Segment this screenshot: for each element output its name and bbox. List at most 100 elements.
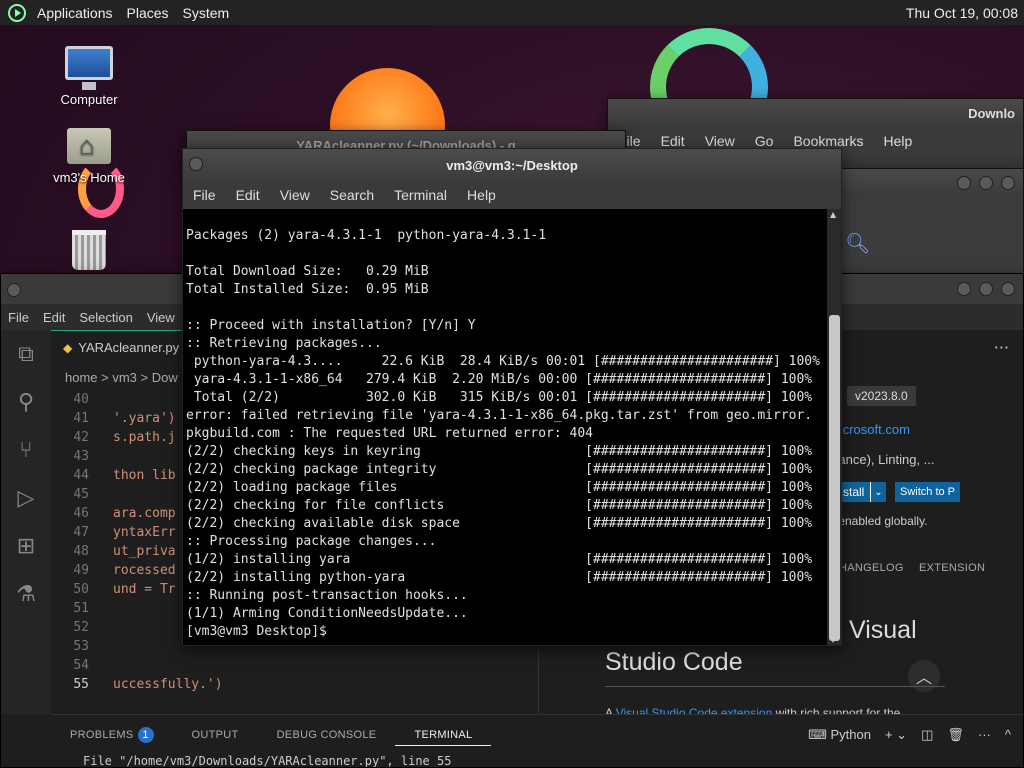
term-menu-help[interactable]: Help <box>457 187 506 203</box>
code-line[interactable]: 54 <box>51 656 536 675</box>
kill-terminal-icon[interactable]: 🗑︎ <box>947 727 964 743</box>
term-menu-search[interactable]: Search <box>320 187 384 203</box>
tab-output[interactable]: OUTPUT <box>173 729 258 741</box>
testing-icon[interactable]: ⚗ <box>1 570 51 618</box>
more-icon[interactable]: ··· <box>978 727 991 742</box>
term-menu-view[interactable]: View <box>270 187 320 203</box>
vs-menu-edit[interactable]: Edit <box>36 310 72 325</box>
vs-menu-file[interactable]: File <box>1 310 36 325</box>
file-manager-titlebar[interactable]: Downlo <box>608 99 1023 127</box>
editor-tab-label: YARAcleanner.py <box>78 340 180 355</box>
activity-bar: ⧉ ⚲ ⑂ ▷ ⊞ ⚗ <box>1 330 51 714</box>
install-dropdown-icon[interactable]: ⌄ <box>870 482 886 502</box>
terminal-scroll-thumb[interactable] <box>829 315 840 641</box>
problems-count-badge: 1 <box>137 726 154 743</box>
window-menu-icon <box>7 283 21 297</box>
code-line[interactable]: 55 uccessfully.') <box>51 675 536 694</box>
terminal-line: Total Installed Size: 0.95 MiB <box>186 282 429 297</box>
terminal-window: vm3@vm3:~/Desktop File Edit View Search … <box>182 148 842 646</box>
minimize-icon[interactable] <box>957 282 971 296</box>
terminal-profile[interactable]: ⌨ Python <box>808 727 871 743</box>
line-number: 51 <box>73 601 89 616</box>
split-terminal-icon[interactable]: ◫ <box>921 727 933 743</box>
tab-problems-label: PROBLEMS <box>70 728 134 741</box>
code-text: yntaxErr <box>113 525 176 540</box>
scroll-to-top-icon[interactable]: ︿ <box>908 660 940 692</box>
editor-tab[interactable]: ◆ YARAcleanner.py <box>51 330 191 364</box>
terminal-line: [vm3@vm3 Desktop]$ <box>186 624 335 639</box>
desktop-icon-trash[interactable] <box>44 230 134 270</box>
terminal-line: (2/2) checking for file conflicts [#####… <box>186 498 813 513</box>
term-menu-edit[interactable]: Edit <box>226 187 270 203</box>
fm-menu-help[interactable]: Help <box>874 133 923 149</box>
extensions-icon[interactable]: ⊞ <box>1 522 51 570</box>
maximize-icon[interactable] <box>979 282 993 296</box>
python-file-icon: ◆ <box>63 340 73 355</box>
new-terminal-icon[interactable]: + ⌄ <box>885 727 907 743</box>
terminal-line: (1/1) Arming ConditionNeedsUpdate... <box>186 606 468 621</box>
explorer-icon[interactable]: ⧉ <box>1 330 51 378</box>
code-text: '.yara') <box>113 411 176 426</box>
top-panel: Applications Places System Thu Oct 19, 0… <box>0 0 1024 25</box>
code-text: ara.comp <box>113 506 176 521</box>
menu-applications[interactable]: Applications <box>30 5 120 21</box>
fm-menu-go[interactable]: Go <box>745 133 784 149</box>
install-button[interactable]: stall <box>837 482 871 502</box>
scroll-down-arrow-icon[interactable]: ▼ <box>830 635 836 644</box>
vs-menu-selection[interactable]: Selection <box>72 310 139 325</box>
window-menu-button[interactable] <box>7 282 21 301</box>
tab-changelog[interactable]: HANGELOG <box>839 562 904 574</box>
tab-terminal[interactable]: TERMINAL <box>395 724 492 746</box>
term-menu-file[interactable]: File <box>183 187 226 203</box>
subwindow-titlebar[interactable] <box>841 169 1023 197</box>
extension-version: v2023.8.0 <box>847 386 916 406</box>
menu-places[interactable]: Places <box>120 5 176 21</box>
switch-to-prerelease-button[interactable]: Switch to P <box>895 482 961 502</box>
maximize-icon[interactable] <box>979 176 993 190</box>
tab-extension-pack[interactable]: EXTENSION <box>919 562 985 574</box>
distro-logo-icon[interactable] <box>8 3 26 22</box>
line-number: 48 <box>73 544 89 559</box>
line-number: 44 <box>73 468 89 483</box>
breadcrumb[interactable]: home > vm3 > Dow <box>51 366 178 388</box>
run-debug-icon[interactable]: ▷ <box>1 474 51 522</box>
terminal-line: :: Retrieving packages... <box>186 336 382 351</box>
fm-menu-bookmarks[interactable]: Bookmarks <box>783 133 873 149</box>
term-menu-terminal[interactable]: Terminal <box>384 187 457 203</box>
terminal-scrollbar[interactable]: ▲ ▼ <box>827 209 841 645</box>
terminal-line: yara-4.3.1-1-x86_64 279.4 KiB 2.20 MiB/s… <box>186 372 813 387</box>
terminal-line: (2/2) checking available disk space [###… <box>186 516 813 531</box>
more-actions-icon[interactable]: ··· <box>994 338 1009 357</box>
tab-debug-console[interactable]: DEBUG CONSOLE <box>258 729 396 741</box>
scroll-up-arrow-icon[interactable]: ▲ <box>830 210 836 219</box>
terminal-line: :: Running post-transaction hooks... <box>186 588 468 603</box>
terminal-menubar: File Edit View Search Terminal Help <box>183 181 841 209</box>
line-number: 46 <box>73 506 89 521</box>
desktop-icon-computer[interactable]: Computer <box>44 46 134 107</box>
integrated-terminal-output: File "/home/vm3/Downloads/YARAcleanner.p… <box>83 754 452 768</box>
tab-problems[interactable]: PROBLEMS 1 <box>51 726 173 743</box>
close-icon[interactable] <box>1001 282 1015 296</box>
window-menu-icon[interactable] <box>189 157 203 171</box>
fm-menu-view[interactable]: View <box>695 133 745 149</box>
terminal-shell-label: Python <box>830 726 871 742</box>
panel-clock[interactable]: Thu Oct 19, 00:08 <box>906 5 1024 21</box>
search-icon[interactable]: ⚲ <box>1 378 51 426</box>
computer-icon <box>65 46 113 90</box>
source-control-icon[interactable]: ⑂ <box>1 426 51 474</box>
menu-system[interactable]: System <box>176 5 237 21</box>
code-text: thon lib <box>113 468 176 483</box>
terminal-titlebar[interactable]: vm3@vm3:~/Desktop <box>183 149 841 181</box>
code-text: ut_priva <box>113 544 176 559</box>
fm-menu-edit[interactable]: Edit <box>651 133 695 149</box>
minimize-icon[interactable] <box>957 176 971 190</box>
vs-menu-view[interactable]: View <box>140 310 182 325</box>
home-folder-icon <box>67 128 111 164</box>
maximize-panel-icon[interactable]: ^ <box>1005 727 1011 742</box>
desktop-icon-home[interactable]: vm3's Home <box>44 128 134 185</box>
search-icon[interactable]: 🔍︎ <box>845 231 870 255</box>
terminal-line: pkgbuild.com : The requested URL returne… <box>186 426 593 441</box>
close-icon[interactable] <box>1001 176 1015 190</box>
terminal-output[interactable]: Packages (2) yara-4.3.1-1 python-yara-4.… <box>183 209 827 645</box>
line-number: 55 <box>73 677 89 692</box>
